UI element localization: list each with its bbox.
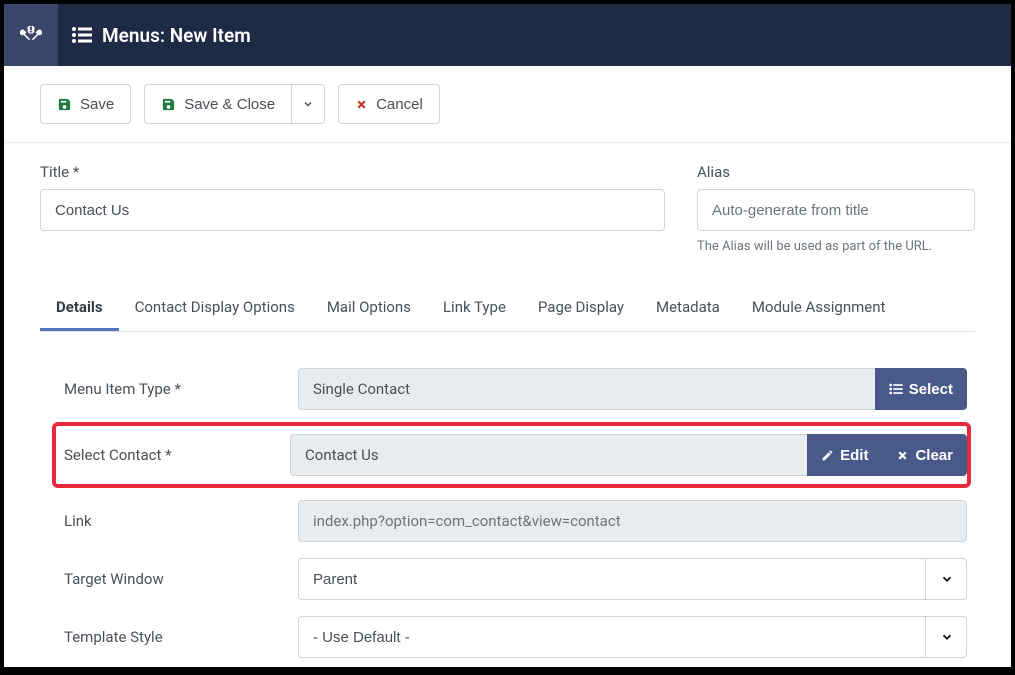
clear-contact-button[interactable]: Clear	[882, 434, 967, 476]
target-window-select[interactable]: Parent	[298, 558, 967, 600]
alias-label: Alias	[697, 163, 975, 181]
menu-item-type-label: Menu Item Type *	[64, 380, 298, 398]
link-label: Link	[64, 512, 298, 530]
target-window-label: Target Window	[64, 570, 298, 588]
tab-details[interactable]: Details	[40, 286, 119, 331]
page-title: Menus: New Item	[102, 24, 251, 47]
link-value: index.php?option=com_contact&view=contac…	[298, 500, 967, 542]
highlight-select-contact: Select Contact * Contact Us Edit Clear	[52, 422, 971, 488]
joomla-logo[interactable]	[4, 4, 58, 66]
tab-link-type[interactable]: Link Type	[427, 286, 522, 331]
select-type-button[interactable]: Select	[875, 368, 967, 410]
template-style-label: Template Style	[64, 628, 298, 646]
select-contact-row: Select Contact * Contact Us Edit Clear	[64, 434, 967, 476]
save-close-button[interactable]: Save & Close	[144, 84, 292, 124]
save-button[interactable]: Save	[40, 84, 131, 124]
menu-item-type-value: Single Contact	[298, 368, 875, 410]
title-input[interactable]	[40, 189, 665, 231]
save-close-dropdown[interactable]	[292, 84, 325, 124]
details-panel: Menu Item Type * Single Contact Select S…	[40, 332, 975, 666]
list-icon	[72, 26, 92, 44]
save-icon	[57, 97, 72, 112]
list-icon	[889, 383, 903, 395]
alias-input[interactable]	[697, 189, 975, 231]
chevron-down-icon	[302, 98, 314, 110]
select-contact-value: Contact Us	[290, 434, 807, 476]
edit-icon	[821, 449, 834, 462]
menu-item-type-row: Menu Item Type * Single Contact Select	[64, 360, 967, 418]
alias-hint: The Alias will be used as part of the UR…	[697, 239, 975, 254]
target-window-row: Target Window Parent	[64, 550, 967, 608]
title-label: Title *	[40, 163, 665, 181]
close-icon	[355, 98, 368, 111]
tab-metadata[interactable]: Metadata	[640, 286, 736, 331]
edit-contact-button[interactable]: Edit	[807, 434, 882, 476]
select-contact-label: Select Contact *	[64, 446, 290, 464]
tab-page-display[interactable]: Page Display	[522, 286, 640, 331]
title-alias-row: Title * Alias The Alias will be used as …	[40, 163, 975, 254]
topbar: Menus: New Item	[4, 4, 1011, 66]
toolbar: Save Save & Close Cancel	[4, 66, 1011, 143]
save-close-group: Save & Close	[144, 84, 325, 124]
save-icon	[161, 97, 176, 112]
tab-mail-options[interactable]: Mail Options	[311, 286, 427, 331]
link-row: Link index.php?option=com_contact&view=c…	[64, 492, 967, 550]
template-style-row: Template Style - Use Default -	[64, 608, 967, 666]
cancel-button[interactable]: Cancel	[338, 84, 440, 124]
close-icon	[896, 449, 909, 462]
tabs: Details Contact Display Options Mail Opt…	[40, 286, 975, 332]
template-style-select[interactable]: - Use Default -	[298, 616, 967, 658]
tab-module-assignment[interactable]: Module Assignment	[736, 286, 902, 331]
tab-contact-display-options[interactable]: Contact Display Options	[119, 286, 311, 331]
